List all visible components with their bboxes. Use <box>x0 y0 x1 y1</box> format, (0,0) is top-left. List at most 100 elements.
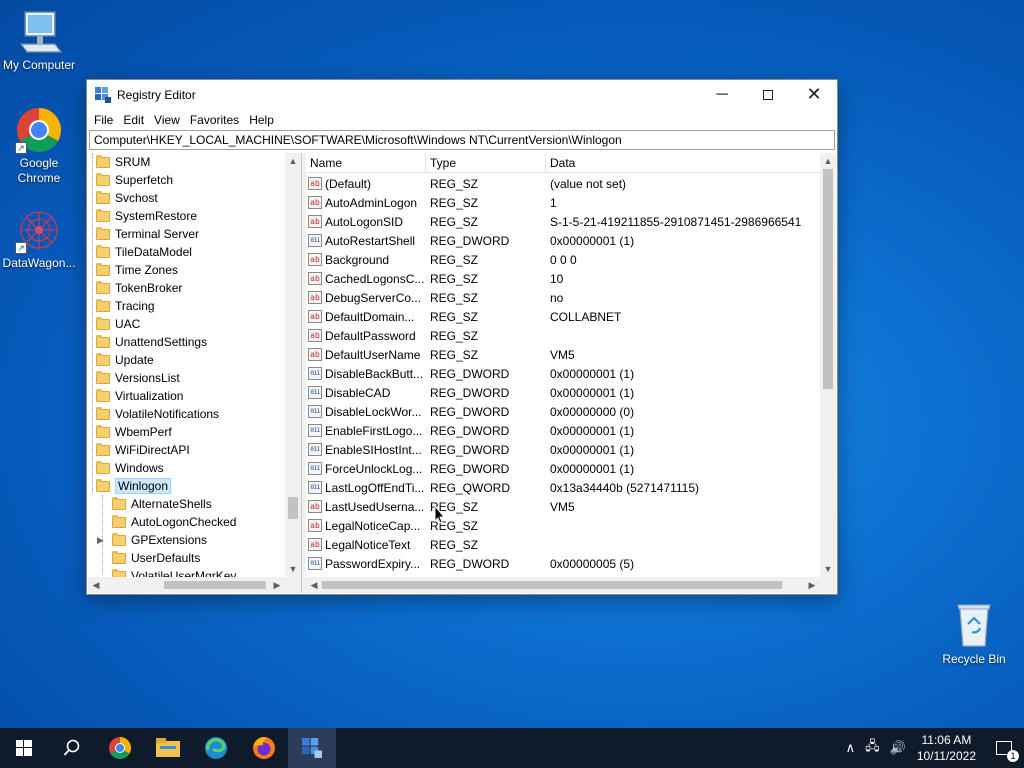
registry-value-row[interactable]: ab DefaultUserName REG_SZ VM5 <box>306 345 820 364</box>
registry-value-row[interactable]: 011 AutoRestartShell REG_DWORD 0x00000001 (… <box>306 231 820 250</box>
taskbar-firefox[interactable] <box>240 728 288 768</box>
tree-item-superfetch[interactable]: Superfetch <box>88 171 285 189</box>
list-horizontal-scrollbar[interactable]: ◀ ▶ <box>306 577 820 593</box>
value-data: 0x00000000 (0) <box>550 404 635 419</box>
value-type: REG_DWORD <box>430 233 510 248</box>
value-name: 011 PasswordExpiry... <box>306 557 426 571</box>
menu-help[interactable]: Help <box>244 113 279 127</box>
volume-icon[interactable]: 🔊 <box>890 740 906 756</box>
scroll-right-arrow-icon[interactable]: ▶ <box>804 577 820 593</box>
tree-item-gpextensions[interactable]: ▶ GPExtensions <box>88 531 285 549</box>
list-vertical-scrollbar[interactable]: ▲ ▼ <box>820 153 836 577</box>
tree-item-userdefaults[interactable]: UserDefaults <box>88 549 285 567</box>
registry-value-row[interactable]: ab LegalNoticeCap... REG_SZ <box>306 516 820 535</box>
registry-value-row[interactable]: 011 EnableFirstLogo... REG_DWORD 0x00000001… <box>306 421 820 440</box>
value-type: REG_SZ <box>430 176 479 191</box>
registry-value-row[interactable]: ab LegalNoticeText REG_SZ <box>306 535 820 554</box>
tree-horizontal-scrollbar[interactable]: ◀ ▶ <box>88 577 285 593</box>
tree-item-srum[interactable]: SRUM <box>88 153 285 171</box>
scroll-thumb[interactable] <box>823 169 833 389</box>
tree-item-winlogon[interactable]: Winlogon <box>88 477 285 495</box>
scroll-thumb[interactable] <box>164 581 266 589</box>
registry-value-row[interactable]: 011 DisableCAD REG_DWORD 0x00000001 (1) <box>306 383 820 402</box>
tree-item-tokenbroker[interactable]: TokenBroker <box>88 279 285 297</box>
action-center-button[interactable]: 1 <box>984 728 1024 768</box>
registry-value-row[interactable]: ab DebugServerCo... REG_SZ no <box>306 288 820 307</box>
tree-item-volatileusermgrkey[interactable]: VolatileUserMgrKey <box>88 567 285 577</box>
tree-item-windows[interactable]: Windows <box>88 459 285 477</box>
close-button[interactable]: ✕ <box>791 80 837 109</box>
expand-chevron-icon[interactable]: ▶ <box>97 535 104 546</box>
tree-item-wifidirectapi[interactable]: WiFiDirectAPI <box>88 441 285 459</box>
registry-value-row[interactable]: ab CachedLogonsC... REG_SZ 10 <box>306 269 820 288</box>
registry-value-row[interactable]: ab Background REG_SZ 0 0 0 <box>306 250 820 269</box>
title-bar[interactable]: Registry Editor ─ ✕ <box>87 80 837 109</box>
scroll-down-arrow-icon[interactable]: ▼ <box>285 561 301 577</box>
menu-edit[interactable]: Edit <box>118 113 149 127</box>
start-button[interactable] <box>0 728 48 768</box>
tree-item-tiledatamodel[interactable]: TileDataModel <box>88 243 285 261</box>
registry-value-row[interactable]: 011 PasswordExpiry... REG_DWORD 0x00000005 … <box>306 554 820 573</box>
tree-item-uac[interactable]: UAC <box>88 315 285 333</box>
scroll-left-arrow-icon[interactable]: ◀ <box>88 577 104 593</box>
tree-item-svchost[interactable]: Svchost <box>88 189 285 207</box>
registry-value-row[interactable]: ab DefaultDomain... REG_SZ COLLABNET <box>306 307 820 326</box>
registry-value-row[interactable]: ab (Default) REG_SZ (value not set) <box>306 174 820 193</box>
registry-value-row[interactable]: ab LastUsedUserna... REG_SZ VM5 <box>306 497 820 516</box>
registry-value-row[interactable]: ab DefaultPassword REG_SZ <box>306 326 820 345</box>
desktop-icon-google-chrome[interactable]: ↗ Google Chrome <box>0 106 78 186</box>
tree-item-autologonchecked[interactable]: AutoLogonChecked <box>88 513 285 531</box>
scroll-down-arrow-icon[interactable]: ▼ <box>820 561 836 577</box>
tree-item-tracing[interactable]: Tracing <box>88 297 285 315</box>
registry-value-row[interactable]: ab AutoAdminLogon REG_SZ 1 <box>306 193 820 212</box>
folder-icon <box>96 280 110 294</box>
taskbar-registry-editor[interactable] <box>288 728 336 768</box>
registry-value-row[interactable]: 011 DisableBackButt... REG_DWORD 0x00000001… <box>306 364 820 383</box>
tree-item-volatilenotifications[interactable]: VolatileNotifications <box>88 405 285 423</box>
taskbar-chrome[interactable] <box>96 728 144 768</box>
search-button[interactable] <box>48 728 96 768</box>
menu-file[interactable]: File <box>89 113 118 127</box>
clock[interactable]: 11:06 AM 10/11/2022 <box>917 732 976 764</box>
taskbar-edge[interactable] <box>192 728 240 768</box>
tree-item-alternateshells[interactable]: AlternateShells <box>88 495 285 513</box>
address-bar[interactable]: Computer\HKEY_LOCAL_MACHINE\SOFTWARE\Mic… <box>89 130 835 150</box>
tree-item-virtualization[interactable]: Virtualization <box>88 387 285 405</box>
menu-view[interactable]: View <box>149 113 185 127</box>
registry-value-row[interactable]: 011 EnableSIHostInt... REG_DWORD 0x00000001… <box>306 440 820 459</box>
tree-item-unattendsettings[interactable]: UnattendSettings <box>88 333 285 351</box>
registry-value-row[interactable]: ab AutoLogonSID REG_SZ S-1-5-21-419211855-2… <box>306 212 820 231</box>
value-name: ab (Default) <box>306 177 426 191</box>
tree-item-time-zones[interactable]: Time Zones <box>88 261 285 279</box>
tree-vertical-scrollbar[interactable]: ▲ ▼ <box>285 153 301 577</box>
scroll-left-arrow-icon[interactable]: ◀ <box>306 577 322 593</box>
network-icon[interactable]: 🖧 <box>865 737 880 759</box>
column-header-data[interactable]: Data <box>546 153 836 173</box>
scroll-thumb[interactable] <box>322 581 782 589</box>
menu-favorites[interactable]: Favorites <box>185 113 244 127</box>
tree-item-update[interactable]: Update <box>88 351 285 369</box>
column-header-type[interactable]: Type <box>426 153 546 173</box>
minimize-button[interactable]: ─ <box>699 80 745 109</box>
maximize-button[interactable] <box>745 80 791 109</box>
scroll-up-arrow-icon[interactable]: ▲ <box>820 153 836 169</box>
values-list-pane[interactable]: Name Type Data ab (Default) REG_SZ (value n… <box>302 153 836 593</box>
column-header-name[interactable]: Name <box>306 153 426 173</box>
value-name-text: CachedLogonsC... <box>325 271 425 286</box>
taskbar-file-explorer[interactable] <box>144 728 192 768</box>
registry-value-row[interactable]: 011 DisableLockWor... REG_DWORD 0x00000000 … <box>306 402 820 421</box>
scroll-right-arrow-icon[interactable]: ▶ <box>269 577 285 593</box>
registry-value-row[interactable]: 011 ForceUnlockLog... REG_DWORD 0x00000001 … <box>306 459 820 478</box>
show-hidden-icons-chevron-icon[interactable]: ∧ <box>846 740 856 756</box>
desktop-icon-recycle-bin[interactable]: Recycle Bin <box>935 602 1013 667</box>
desktop-icon-my-computer[interactable]: My Computer <box>0 8 78 73</box>
key-tree-pane[interactable]: SRUM Superfetch Svchost SystemRestore Te… <box>88 153 302 593</box>
scroll-thumb[interactable] <box>288 497 298 519</box>
registry-value-row[interactable]: 011 LastLogOffEndTi... REG_QWORD 0x13a34440… <box>306 478 820 497</box>
scroll-up-arrow-icon[interactable]: ▲ <box>285 153 301 169</box>
tree-item-terminal-server[interactable]: Terminal Server <box>88 225 285 243</box>
tree-item-versionslist[interactable]: VersionsList <box>88 369 285 387</box>
tree-item-systemrestore[interactable]: SystemRestore <box>88 207 285 225</box>
tree-item-wbemperf[interactable]: WbemPerf <box>88 423 285 441</box>
desktop-icon-datawagon[interactable]: ↗ DataWagon... <box>0 206 78 271</box>
